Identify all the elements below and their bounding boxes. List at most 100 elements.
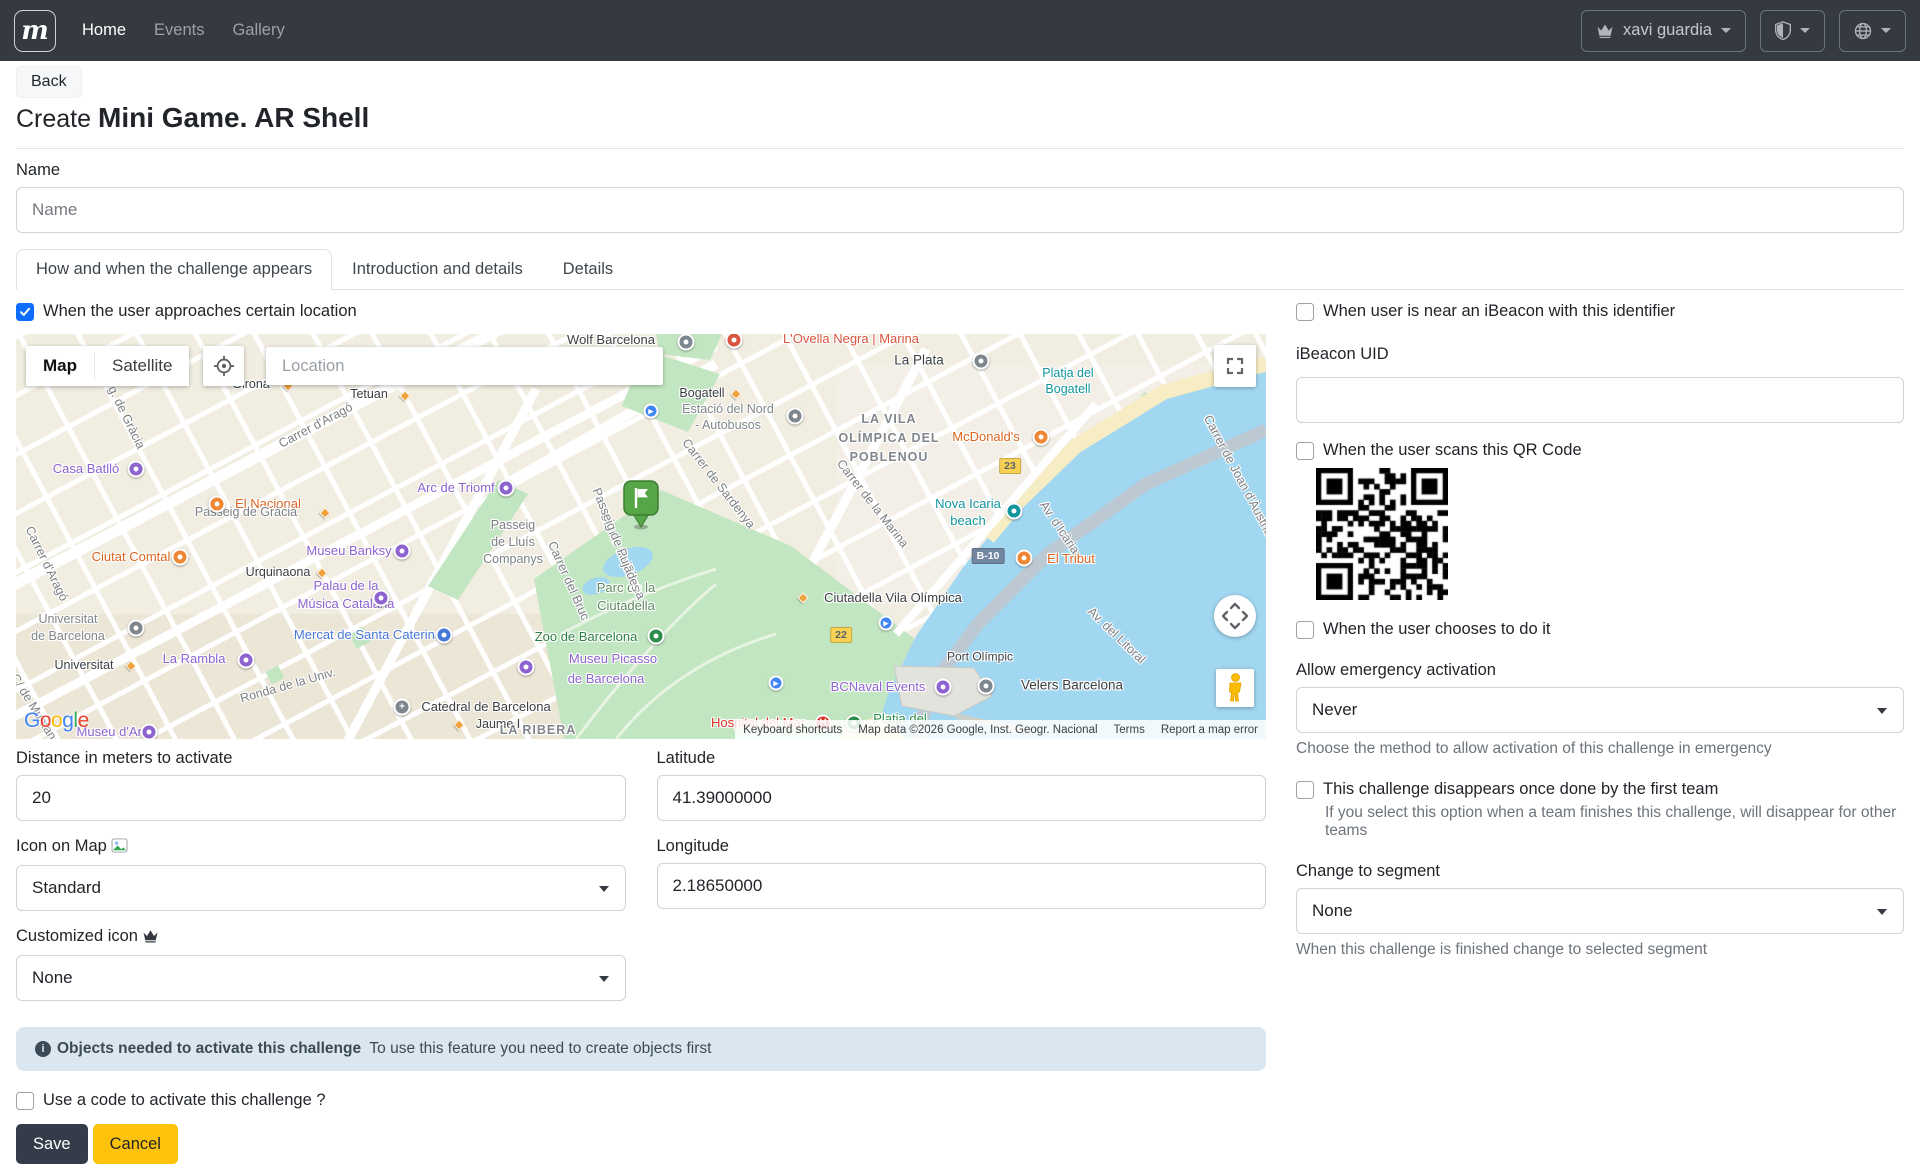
map-poi-pin[interactable] [730,388,741,399]
user-chooses-checkbox[interactable]: When the user chooses to do it [1296,620,1904,639]
pegman-control[interactable] [1216,669,1254,707]
geolocate-button[interactable] [203,346,244,386]
ibeacon-checkbox-label: When user is near an iBeacon with this i… [1323,302,1675,321]
page-title: Create Mini Game. AR Shell [16,102,1904,134]
checkbox-unchecked[interactable] [16,1092,34,1110]
checkbox-unchecked[interactable] [1296,442,1314,460]
approach-location-checkbox[interactable]: When the user approaches certain locatio… [16,302,1266,321]
use-code-label: Use a code to activate this challenge ? [43,1091,326,1110]
map-poi-pin[interactable] [436,627,453,644]
map-poi-pin[interactable] [978,678,995,695]
map-pan-control[interactable] [1214,595,1256,637]
qr-checkbox[interactable]: When the user scans this QR Code [1296,441,1904,460]
map-poi-pin[interactable]: ▶ [879,616,894,631]
disappear-checkbox[interactable]: This challenge disappears once done by t… [1296,780,1904,799]
keyboard-shortcuts-link[interactable]: Keyboard shortcuts [735,724,850,736]
distance-input[interactable] [16,775,626,821]
map-label: Universitat [38,612,97,628]
map-poi-pin[interactable] [1006,503,1023,520]
map-poi-pin[interactable]: B-10 [972,548,1005,564]
map-poi-pin[interactable] [319,507,330,518]
latitude-input[interactable] [657,775,1267,821]
checkbox-unchecked[interactable] [1296,781,1314,799]
map-poi-pin[interactable] [973,353,990,370]
map-poi-pin[interactable] [394,543,411,560]
map-poi-pin[interactable]: + [394,699,411,716]
ibeacon-checkbox[interactable]: When user is near an iBeacon with this i… [1296,302,1904,321]
map-poi-pin[interactable]: 22 [830,627,852,643]
page-title-prefix: Create [16,105,91,133]
ibeacon-uid-input[interactable] [1296,377,1904,423]
nav-link-gallery[interactable]: Gallery [232,21,284,40]
map-poi-pin[interactable] [518,659,535,676]
map-poi-pin[interactable] [935,679,952,696]
map-type-satellite-button[interactable]: Satellite [95,346,189,386]
map-poi-pin[interactable] [209,496,226,513]
map-marker-flag[interactable] [623,480,659,535]
user-menu-button[interactable]: xavi guardia [1581,10,1746,52]
name-input[interactable] [16,187,1904,233]
map-poi-pin[interactable] [453,719,464,730]
nav-link-home[interactable]: Home [82,21,126,40]
segment-select[interactable]: None [1296,888,1904,934]
map-poi-pin[interactable] [373,590,390,607]
map-poi-pin[interactable] [678,334,695,351]
map-poi-pin[interactable] [125,660,136,671]
terms-link[interactable]: Terms [1106,724,1153,736]
map-type-map-button[interactable]: Map [26,346,94,386]
back-button[interactable]: Back [16,66,82,98]
brand-logo[interactable]: m [14,10,56,52]
tab-how-when[interactable]: How and when the challenge appears [16,249,332,290]
map-poi-pin[interactable] [726,334,743,349]
map-location-search-input[interactable] [266,347,663,385]
map-poi-pin[interactable] [399,390,410,401]
map-poi-pin[interactable]: ▶ [644,404,659,419]
tab-introduction[interactable]: Introduction and details [332,249,543,290]
map-poi-pin[interactable] [797,592,808,603]
map-label: Ciutadella Vila Olímpica [824,590,962,606]
checkbox-unchecked[interactable] [1296,621,1314,639]
google-map[interactable]: Wolf BarcelonaL'Ovella Negra | MarinaLa … [16,334,1266,739]
map-poi-pin[interactable] [1016,550,1033,567]
google-logo[interactable]: Google [24,709,89,733]
cancel-button[interactable]: Cancel [93,1124,178,1164]
map-attribution: Keyboard shortcuts Map data ©2026 Google… [735,720,1266,739]
use-code-checkbox[interactable]: Use a code to activate this challenge ? [16,1091,1266,1110]
nav-link-events[interactable]: Events [154,21,204,40]
map-label: Mercat de Santa Caterina [294,627,442,643]
map-poi-pin[interactable] [172,549,189,566]
map-poi-pin[interactable] [238,652,255,669]
map-label: La Plata [894,353,944,370]
language-menu-button[interactable] [1839,10,1906,52]
icon-on-map-select[interactable]: Standard [16,865,626,911]
map-poi-pin[interactable] [128,461,145,478]
segment-label: Change to segment [1296,862,1904,881]
map-poi-pin[interactable] [498,480,515,497]
map-poi-pin[interactable]: ▶ [769,676,784,691]
map-poi-pin[interactable] [1033,429,1050,446]
pegman-icon [1227,673,1244,703]
map-poi-pin[interactable]: 23 [999,458,1021,474]
map-label: La Rambla [163,651,226,667]
admin-menu-button[interactable] [1760,10,1825,52]
alert-text: To use this feature you need to create o… [369,1040,711,1058]
map-poi-pin[interactable] [128,620,145,637]
map-poi-pin[interactable] [648,628,665,645]
longitude-input[interactable] [657,863,1267,909]
info-icon: i [35,1041,51,1057]
fullscreen-button[interactable] [1214,345,1256,387]
save-button[interactable]: Save [16,1124,88,1164]
emergency-select[interactable]: Never [1296,687,1904,733]
checkbox-checked[interactable] [16,303,34,321]
tab-details[interactable]: Details [543,249,633,290]
report-map-error-link[interactable]: Report a map error [1153,724,1266,736]
map-poi-pin[interactable] [141,724,158,740]
nav-links: Home Events Gallery [82,21,1581,40]
shield-icon [1775,21,1791,40]
map-poi-layer: Wolf BarcelonaL'Ovella Negra | MarinaLa … [16,334,1266,739]
disappear-checkbox-label: This challenge disappears once done by t… [1323,780,1718,799]
customized-icon-select[interactable]: None [16,955,626,1001]
checkbox-unchecked[interactable] [1296,303,1314,321]
map-poi-pin[interactable] [787,408,804,425]
chevron-down-icon [1800,28,1810,33]
